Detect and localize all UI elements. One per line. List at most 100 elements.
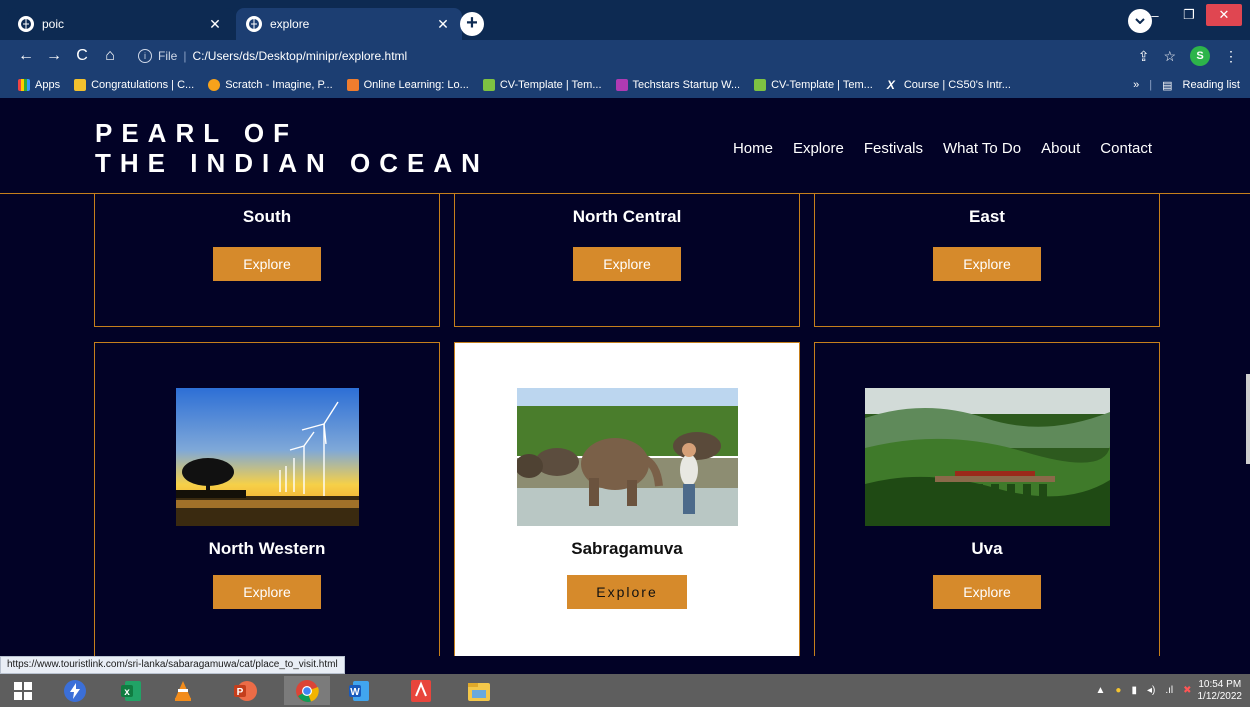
scheme-label: File: [158, 49, 177, 63]
nine-arch-bridge-image: [865, 388, 1110, 526]
reading-list-button[interactable]: Reading list: [1183, 79, 1240, 91]
site-logo[interactable]: PEARL OF THE INDIAN OCEAN: [95, 118, 489, 178]
back-arrow-icon[interactable]: ←: [12, 47, 40, 65]
network-app-icon[interactable]: ●: [1115, 685, 1121, 696]
chevron-up-icon[interactable]: ▲: [1096, 685, 1106, 696]
globe-icon: [246, 16, 262, 32]
bookmarks-bar: Apps Congratulations | C... Scratch - Im…: [0, 72, 1250, 98]
explore-button[interactable]: Explore: [933, 247, 1041, 281]
page-viewport: PEARL OF THE INDIAN OCEAN Home Explore F…: [0, 98, 1250, 656]
nav-contact[interactable]: Contact: [1100, 140, 1152, 157]
reload-icon[interactable]: C: [68, 47, 96, 65]
battery-icon[interactable]: ▮: [1131, 685, 1137, 696]
province-card-uva: Uva Explore: [814, 342, 1160, 656]
elephants-image: [517, 388, 738, 526]
nav-festivals[interactable]: Festivals: [864, 140, 923, 157]
nav-what-to-do[interactable]: What To Do: [943, 140, 1021, 157]
bookmark-item[interactable]: Online Learning: Lo...: [347, 79, 469, 91]
separator: |: [183, 49, 186, 63]
bookmark-star-icon[interactable]: ☆: [1163, 48, 1176, 65]
forward-arrow-icon[interactable]: →: [40, 47, 68, 65]
windows-start-icon[interactable]: [0, 676, 46, 705]
scratch-icon: [208, 79, 220, 91]
cv-icon: [754, 79, 766, 91]
word-icon[interactable]: W: [336, 676, 382, 705]
share-icon[interactable]: ⇪: [1138, 48, 1150, 65]
tab-poic[interactable]: poic ✕: [8, 8, 234, 40]
excel-icon[interactable]: x: [108, 676, 154, 705]
explore-button[interactable]: Explore: [213, 575, 321, 609]
province-name: Sabragamuva: [455, 539, 799, 559]
close-tab-icon[interactable]: ✕: [434, 16, 452, 33]
browser-toolbar: ← → C ⌂ i File | C:/Users/ds/Desktop/min…: [0, 40, 1250, 72]
clock[interactable]: 10:54 PM 1/12/2022: [1198, 679, 1243, 703]
power-automate-icon[interactable]: [52, 676, 98, 705]
browser-tab-strip: poic ✕ explore ✕ + – ❐ ✕: [0, 0, 1250, 40]
acrobat-icon[interactable]: [398, 676, 444, 705]
chrome-icon[interactable]: [284, 676, 330, 705]
close-tab-icon[interactable]: ✕: [206, 16, 224, 33]
online-learning-icon: [347, 79, 359, 91]
close-window-button[interactable]: ✕: [1206, 4, 1242, 26]
tab-title: explore: [270, 17, 434, 31]
bookmark-item[interactable]: Congratulations | C...: [74, 79, 194, 91]
nav-home[interactable]: Home: [733, 140, 773, 157]
explore-button[interactable]: Explore: [933, 575, 1041, 609]
profile-avatar[interactable]: S: [1190, 46, 1210, 66]
svg-text:x: x: [124, 687, 130, 698]
bookmark-item[interactable]: CV-Template | Tem...: [754, 79, 873, 91]
signal-icon[interactable]: .ıl: [1165, 685, 1173, 696]
nav-about[interactable]: About: [1041, 140, 1080, 157]
province-card-sabragamuva: Sabragamuva Explore: [454, 342, 800, 656]
province-name: East: [815, 207, 1159, 227]
bookmark-item[interactable]: X Course | CS50's Intr...: [887, 79, 1011, 91]
explore-button[interactable]: Explore: [573, 247, 681, 281]
cv-icon: [483, 79, 495, 91]
windows-taskbar: x P W ▲ ● ▮ ◂) .ıl ✖ 10:54 PM 1/12/2022: [0, 674, 1250, 707]
volume-icon[interactable]: ◂): [1147, 685, 1155, 696]
system-tray: ▲ ● ▮ ◂) .ıl ✖ 10:54 PM 1/12/2022: [1096, 674, 1250, 707]
minimize-button[interactable]: –: [1138, 1, 1172, 29]
svg-text:W: W: [350, 687, 360, 698]
clock-time: 10:54 PM: [1198, 679, 1243, 691]
bookmark-apps[interactable]: Apps: [18, 79, 60, 91]
techstars-icon: [616, 79, 628, 91]
main-nav: Home Explore Festivals What To Do About …: [733, 140, 1152, 157]
no-internet-icon[interactable]: ✖: [1183, 685, 1191, 696]
province-name: South: [95, 207, 439, 227]
reading-list-icon: ▤: [1162, 79, 1172, 92]
bookmark-item[interactable]: Scratch - Imagine, P...: [208, 79, 332, 91]
url-text: C:/Users/ds/Desktop/minipr/explore.html: [192, 49, 407, 63]
address-bar[interactable]: i File | C:/Users/ds/Desktop/minipr/expl…: [138, 45, 1093, 67]
wind-turbines-image: [176, 388, 359, 526]
apps-grid-icon: [18, 79, 30, 91]
vlc-icon[interactable]: [160, 676, 206, 705]
bookmark-icon: [74, 79, 86, 91]
tab-title: poic: [42, 17, 206, 31]
explore-button[interactable]: Explore: [567, 575, 687, 609]
province-name: North Central: [455, 207, 799, 227]
link-status-bubble: https://www.touristlink.com/sri-lanka/sa…: [0, 656, 345, 674]
svg-text:P: P: [237, 687, 244, 698]
home-icon[interactable]: ⌂: [96, 47, 124, 65]
site-header: PEARL OF THE INDIAN OCEAN Home Explore F…: [0, 98, 1250, 194]
tab-explore[interactable]: explore ✕: [236, 8, 462, 40]
powerpoint-icon[interactable]: P: [222, 676, 268, 705]
new-tab-button[interactable]: +: [460, 12, 484, 36]
nav-explore[interactable]: Explore: [793, 140, 844, 157]
bookmarks-overflow-button[interactable]: »: [1133, 79, 1139, 91]
province-name: North Western: [95, 539, 439, 559]
province-name: Uva: [815, 539, 1159, 559]
menu-kebab-icon[interactable]: ⋮: [1224, 48, 1238, 65]
site-info-icon[interactable]: i: [138, 49, 152, 63]
restore-button[interactable]: ❐: [1172, 1, 1206, 29]
bookmark-item[interactable]: CV-Template | Tem...: [483, 79, 602, 91]
file-explorer-icon[interactable]: [456, 676, 502, 705]
globe-icon: [18, 16, 34, 32]
scrollbar-thumb[interactable]: [1246, 374, 1250, 464]
clock-date: 1/12/2022: [1198, 691, 1243, 703]
edx-icon: X: [887, 79, 899, 91]
explore-button[interactable]: Explore: [213, 247, 321, 281]
bookmark-item[interactable]: Techstars Startup W...: [616, 79, 741, 91]
province-card-north-western: North Western Explore: [94, 342, 440, 656]
